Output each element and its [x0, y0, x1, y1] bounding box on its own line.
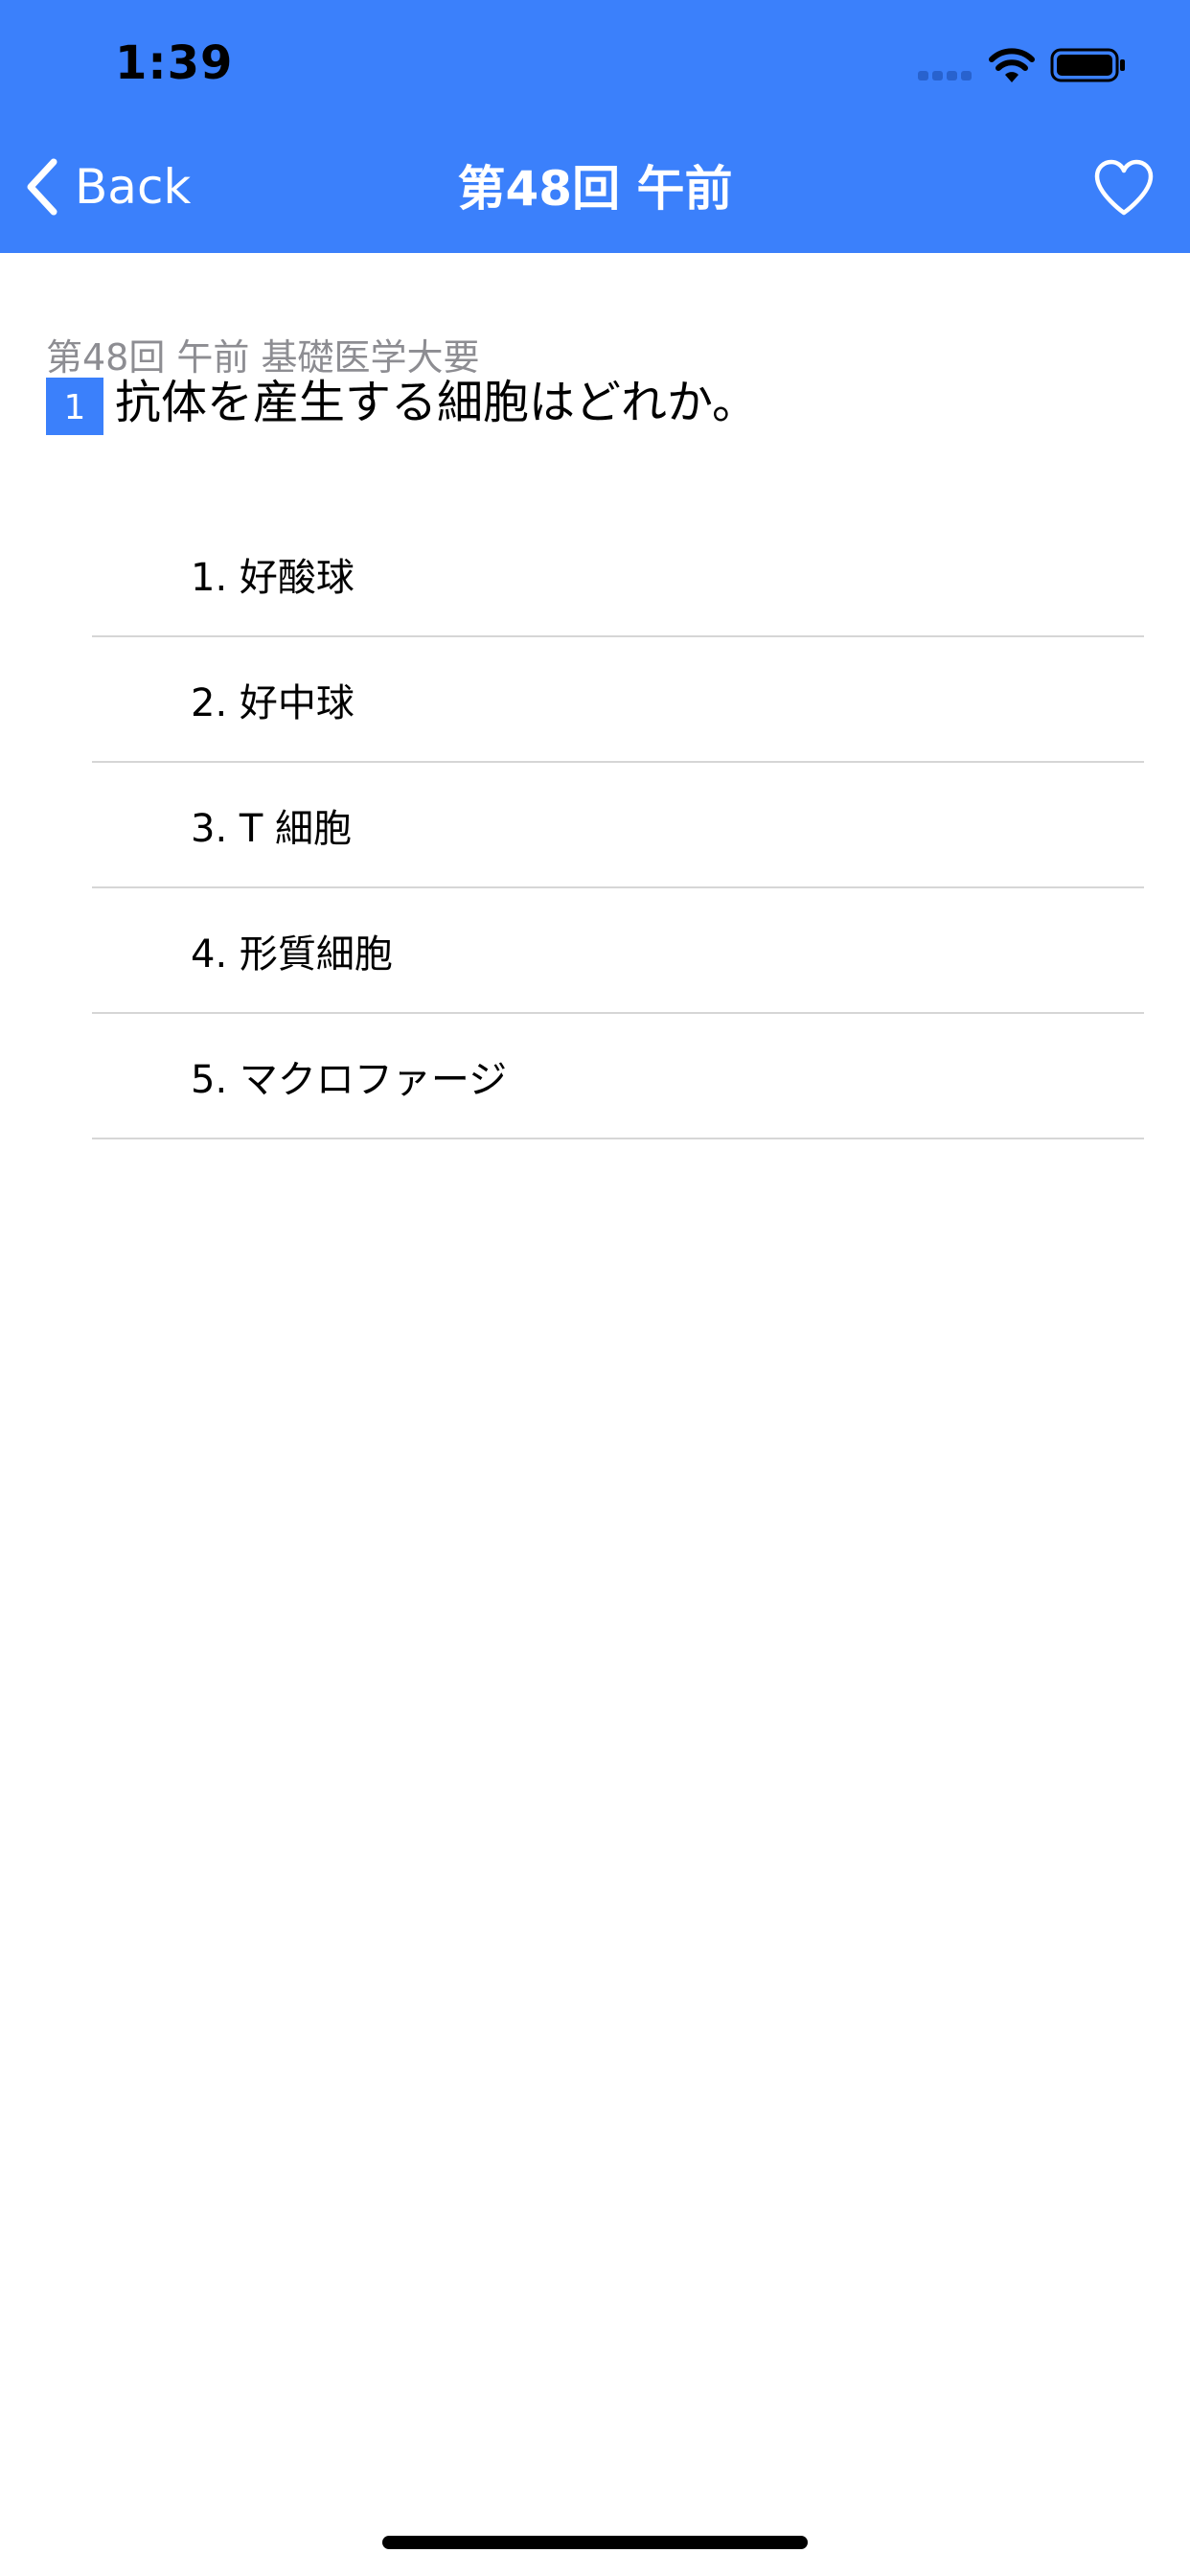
battery-icon: [1050, 48, 1125, 82]
question-text: 抗体を産生する細胞はどれか。: [115, 376, 759, 429]
choice-label: 4. 形質細胞: [191, 932, 393, 977]
choice-item[interactable]: 2. 好中球: [92, 637, 1144, 763]
choice-item[interactable]: 4. 形質細胞: [92, 888, 1144, 1014]
choice-label: 5. マクロファージ: [191, 1057, 508, 1102]
question-number-badge: 1: [46, 378, 103, 435]
choice-label: 3. T 細胞: [191, 806, 353, 851]
wifi-icon: [989, 48, 1035, 82]
status-time: 1:39: [115, 36, 234, 90]
chevron-left-icon: [27, 158, 57, 216]
choice-label: 2. 好中球: [191, 680, 355, 725]
choice-item[interactable]: 5. マクロファージ: [92, 1014, 1144, 1139]
choice-item[interactable]: 1. 好酸球: [92, 512, 1144, 637]
home-indicator[interactable]: [382, 2536, 808, 2549]
nav-bar: 1:39 Back 第48回 午前: [0, 0, 1190, 253]
back-label: Back: [75, 159, 192, 215]
choice-item[interactable]: 3. T 細胞: [92, 763, 1144, 888]
choice-list: 1. 好酸球 2. 好中球 3. T 細胞 4. 形質細胞 5. マクロファージ: [92, 512, 1144, 1139]
cellular-signal-icon: [918, 71, 972, 80]
heart-icon[interactable]: [1092, 157, 1156, 218]
back-button[interactable]: Back: [23, 153, 205, 220]
choice-label: 1. 好酸球: [191, 555, 355, 600]
